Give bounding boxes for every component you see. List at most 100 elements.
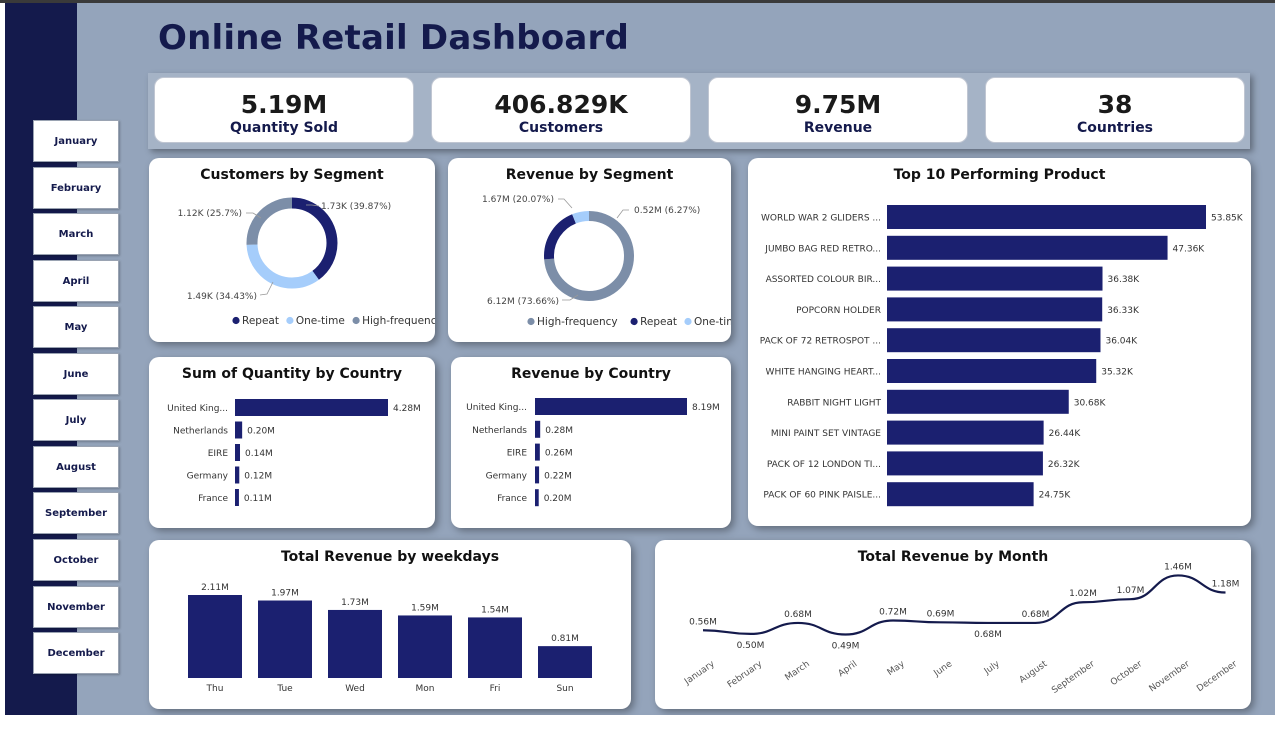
month-button-july[interactable]: July [33, 399, 119, 441]
data-label: 8.19M [692, 403, 720, 413]
category-label: Tue [276, 684, 293, 694]
customers-by-segment-chart: 1.73K (39.87%) 1.49K (34.43%) 1.12K (25.7%… [178, 197, 435, 327]
slice-label-one-time: 0.52M (6.27%) [634, 206, 700, 216]
bar [887, 389, 1069, 414]
bar [887, 451, 1043, 476]
data-label: 35.32K [1101, 368, 1134, 378]
bottom-margin [0, 715, 1275, 732]
bar [887, 482, 1034, 507]
data-label: 0.11M [244, 494, 272, 504]
customers-by-segment-card: Customers by Segment 1.73K (39.87%) 1.49K… [149, 158, 435, 342]
revenue-by-month-chart: 0.56M 0.50M 0.68M 0.49M 0.72M 0.69M 0.68M 0.68M… [682, 562, 1240, 696]
bar [188, 595, 242, 678]
category-label: December [1195, 659, 1239, 694]
legend-marker-high-frequency [527, 317, 535, 326]
revenue-by-country-chart: United King... 8.19M Netherlands 0.28M EIRE 0… [466, 398, 720, 507]
bar [887, 328, 1101, 353]
bar [235, 399, 388, 416]
slice-label-high-frequency: 1.12K (25.7%) [178, 209, 242, 219]
legend-marker-repeat [630, 317, 638, 326]
bar [235, 421, 243, 439]
category-label: June [932, 659, 955, 679]
category-label: Thu [206, 684, 224, 694]
category-label: POPCORN HOLDER [796, 306, 881, 316]
data-label: 24.75K [1039, 491, 1072, 501]
bar [535, 466, 540, 484]
data-label: 30.68K [1074, 398, 1107, 408]
slice-label-one-time: 1.49K (34.43%) [187, 292, 257, 302]
category-label: Fri [490, 684, 501, 694]
data-label: 0.72M [879, 608, 907, 618]
legend-entry-one-time: One-time [296, 315, 345, 327]
data-label: 0.22M [544, 471, 572, 481]
bar [398, 615, 452, 678]
category-label: Sun [556, 684, 573, 694]
month-button-september[interactable]: September [33, 492, 119, 534]
data-label: 0.69M [927, 609, 955, 619]
category-label: Germany [486, 471, 528, 481]
bar [235, 489, 239, 506]
category-label: United King... [466, 403, 527, 413]
kpi-label: Customers [518, 120, 604, 136]
data-label: 1.97M [271, 589, 299, 599]
month-button-june[interactable]: June [33, 353, 119, 395]
data-label: 0.68M [974, 630, 1002, 640]
month-button-march[interactable]: March [33, 213, 119, 255]
kpi-card-customers: 406.829K Customers [431, 77, 691, 143]
month-button-august[interactable]: August [33, 446, 119, 488]
legend-marker-high-frequency [352, 316, 360, 325]
revenue-by-weekdays-chart: 2.11M Thu 1.97M Tue 1.73M Wed 1.59M Mon 1.54M Fri… [188, 583, 592, 694]
top-products-card: Top 10 Performing Product WORLD WAR 2 GL… [748, 158, 1251, 526]
kpi-value: 9.75M [794, 90, 882, 119]
data-label: 1.73M [341, 598, 369, 608]
slice-label-repeat: 1.73K (39.87%) [321, 202, 391, 212]
bar [328, 609, 382, 678]
kpi-card-revenue: 9.75M Revenue [708, 77, 968, 143]
bar [535, 420, 541, 438]
category-label: PACK OF 12 LONDON TI... [767, 460, 881, 470]
category-label: September [1050, 659, 1097, 696]
category-label: WORLD WAR 2 GLIDERS ... [761, 214, 881, 224]
kpi-value: 406.829K [494, 90, 628, 119]
legend-marker-one-time [684, 317, 692, 326]
category-label: October [1109, 659, 1144, 688]
kpi-label: Countries [1076, 120, 1154, 136]
category-label: April [837, 659, 860, 679]
category-label: ASSORTED COLOUR BIR... [766, 275, 881, 285]
line-series [702, 574, 1226, 636]
month-button-may[interactable]: May [33, 306, 119, 348]
bar [538, 646, 592, 678]
data-label: 0.68M [784, 610, 812, 620]
kpi-label: Revenue [803, 120, 873, 136]
month-button-january[interactable]: January [33, 120, 119, 162]
bar [535, 443, 540, 461]
data-label: 47.36K [1173, 244, 1206, 254]
slice-label-repeat: 1.67M (20.07%) [482, 195, 554, 205]
category-label: Netherlands [173, 427, 228, 437]
month-button-november[interactable]: November [33, 586, 119, 628]
data-label: 0.20M [247, 427, 275, 437]
data-label: 1.18M [1212, 579, 1240, 589]
legend-entry-high-frequency: High-frequency [362, 315, 435, 327]
month-button-october[interactable]: October [33, 539, 119, 581]
category-label: JUMBO BAG RED RETRO... [764, 244, 881, 254]
data-label: 53.85K [1211, 214, 1244, 224]
quantity-by-country-card: Sum of Quantity by Country United King..… [149, 357, 435, 528]
category-label: March [784, 659, 812, 683]
kpi-card-quantity-sold: 5.19M Quantity Sold [154, 77, 414, 143]
data-label: 36.33K [1107, 306, 1140, 316]
bar [258, 600, 312, 678]
bar [235, 444, 241, 461]
legend-marker-one-time [286, 316, 294, 325]
legend-entry-high-frequency: High-frequency [537, 316, 618, 328]
category-label: August [1018, 659, 1050, 686]
month-button-february[interactable]: February [33, 167, 119, 209]
page-title: Online Retail Dashboard [158, 18, 630, 58]
bar [887, 297, 1103, 322]
month-button-april[interactable]: April [33, 260, 119, 302]
data-label: 1.59M [411, 603, 439, 613]
month-button-december[interactable]: December [33, 632, 119, 674]
data-label: 0.20M [544, 494, 572, 504]
data-label: 26.32K [1048, 460, 1081, 470]
data-label: 2.11M [201, 583, 229, 593]
